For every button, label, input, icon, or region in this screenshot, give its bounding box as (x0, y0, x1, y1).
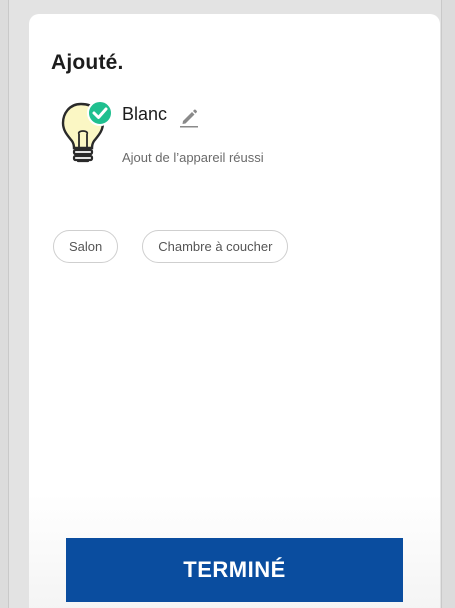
device-status-text: Ajout de l’appareil réussi (122, 150, 264, 165)
scrollbar[interactable] (441, 0, 455, 608)
page-title: Ajouté. (51, 51, 124, 74)
done-button[interactable]: TERMINÉ (66, 538, 403, 602)
left-edge (0, 0, 9, 608)
room-chips: Salon Chambre à coucher (53, 230, 289, 263)
room-chip-chambre[interactable]: Chambre à coucher (142, 230, 289, 263)
check-circle-icon (87, 100, 113, 126)
app-frame: Ajouté. Blanc Ajout de l’appareil réussi… (0, 0, 455, 608)
device-name: Blanc (122, 104, 168, 124)
lightbulb-icon (61, 100, 113, 163)
room-chip-salon[interactable]: Salon (53, 230, 119, 263)
device-row: Blanc Ajout de l’appareil réussi (59, 98, 419, 178)
pencil-icon[interactable] (178, 106, 200, 128)
device-added-card: Ajouté. Blanc Ajout de l’appareil réussi… (29, 14, 440, 608)
